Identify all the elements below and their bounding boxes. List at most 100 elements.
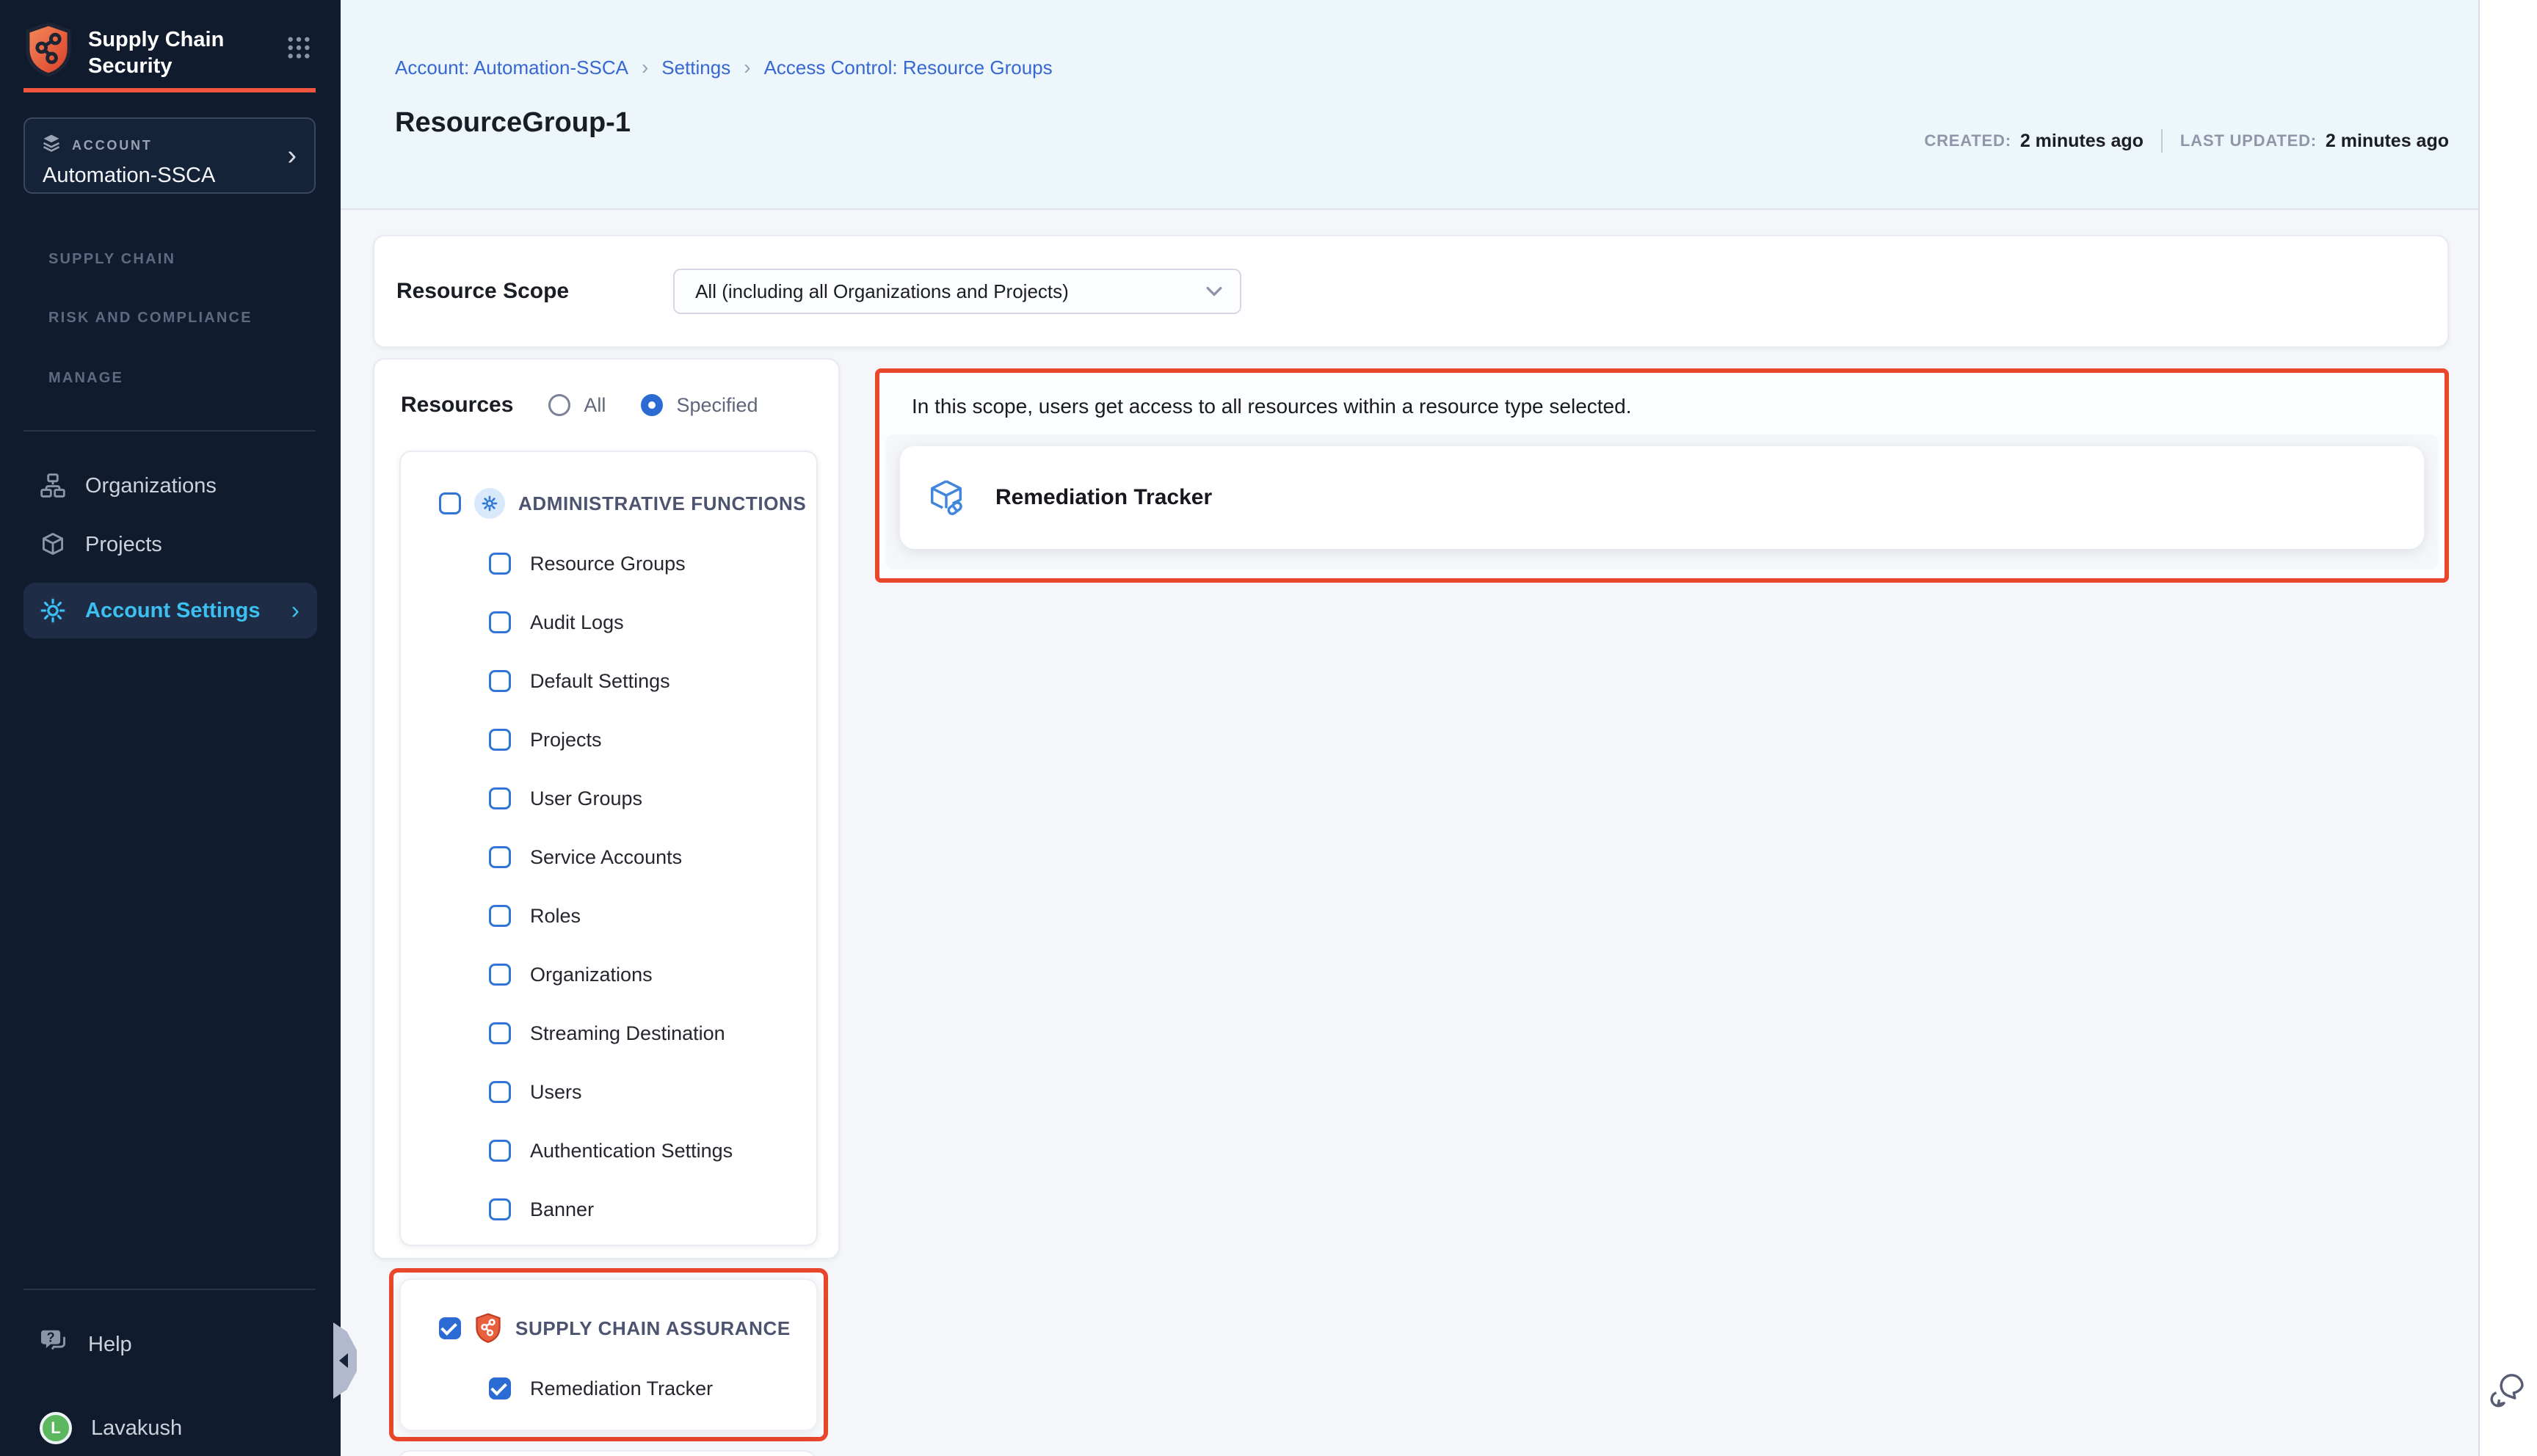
- scope-detail-message: In this scope, users get access to all r…: [885, 379, 2439, 434]
- checkbox-unchecked[interactable]: [489, 1022, 511, 1044]
- radio-selected-icon: [641, 394, 663, 416]
- page-header: Account: Automation-SSCA › Settings › Access…: [341, 0, 2478, 210]
- module-grid-icon[interactable]: [286, 35, 311, 66]
- resource-type-row[interactable]: Banner: [401, 1180, 816, 1239]
- checkbox-unchecked[interactable]: [489, 787, 511, 809]
- resource-type-label: Remediation Tracker: [530, 1377, 713, 1400]
- user-menu[interactable]: L Lavakush: [0, 1396, 341, 1456]
- account-label: ACCOUNT: [72, 138, 153, 153]
- breadcrumb: Account: Automation-SSCA › Settings › Access…: [395, 56, 1053, 79]
- remediation-tracker-tile[interactable]: Remediation Tracker: [900, 446, 2424, 549]
- page-body: Resource Scope All (including all Organi…: [341, 210, 2478, 1456]
- radio-specified[interactable]: Specified: [641, 394, 758, 417]
- chevron-right-icon: ›: [642, 56, 648, 79]
- scroll-gutter: [2478, 0, 2537, 1456]
- account-selector[interactable]: ACCOUNT Automation-SSCA ›: [23, 117, 316, 194]
- resource-type-label: Streaming Destination: [530, 1022, 725, 1045]
- sidebar-item-projects[interactable]: Projects: [0, 515, 341, 574]
- resource-type-label: User Groups: [530, 787, 642, 810]
- app-root: Supply Chain Security AC: [0, 0, 2537, 1456]
- selected-resources-panel: Remediation Tracker: [885, 434, 2439, 569]
- checkbox-unchecked[interactable]: [439, 492, 461, 514]
- sidebar-item-organizations[interactable]: Organizations: [0, 456, 341, 515]
- resource-type-row[interactable]: Audit Logs: [401, 593, 816, 652]
- sidebar-item-label: Account Settings: [85, 599, 260, 623]
- checkbox-unchecked[interactable]: [489, 553, 511, 575]
- chevron-right-icon: ›: [291, 597, 300, 625]
- resources-card: Resources All Specified: [373, 358, 840, 1259]
- checkbox-unchecked[interactable]: [489, 1081, 511, 1103]
- resource-type-row[interactable]: Authentication Settings: [401, 1121, 816, 1180]
- checkbox-unchecked[interactable]: [489, 846, 511, 868]
- sidebar-divider: [23, 430, 316, 432]
- breadcrumb-settings-link[interactable]: Settings: [661, 57, 730, 79]
- resource-type-label: Default Settings: [530, 670, 670, 693]
- meta-divider: [2161, 129, 2163, 153]
- resource-type-label: Projects: [530, 729, 602, 751]
- resources-column: Resources All Specified: [373, 358, 840, 1456]
- sidebar-item-label: Projects: [85, 533, 162, 557]
- supply-chain-assurance-card: SUPPLY CHAIN ASSURANCE Remediation Track…: [399, 1278, 818, 1431]
- sidebar-divider: [23, 1289, 316, 1290]
- help-label: Help: [88, 1333, 132, 1357]
- radio-all[interactable]: All: [548, 394, 606, 417]
- org-chart-icon: [40, 473, 66, 499]
- checkbox-unchecked[interactable]: [489, 670, 511, 692]
- resource-type-row[interactable]: Organizations: [401, 945, 816, 1004]
- resource-type-row[interactable]: Resource Groups: [401, 534, 816, 593]
- resources-heading: Resources: [401, 393, 513, 418]
- supply-chain-security-logo-icon: [23, 22, 73, 84]
- layers-icon: [41, 132, 62, 159]
- cube-icon: [40, 531, 66, 558]
- chevron-right-icon: ›: [744, 56, 750, 79]
- radio-specified-label: Specified: [676, 394, 758, 417]
- checkbox-unchecked[interactable]: [489, 964, 511, 986]
- checkbox-unchecked[interactable]: [489, 611, 511, 633]
- resources-header: Resources All Specified: [374, 360, 838, 451]
- resource-type-row[interactable]: Users: [401, 1063, 816, 1121]
- sidebar-section-supply-chain[interactable]: SUPPLY CHAIN: [48, 251, 175, 268]
- resource-scope-card: Resource Scope All (including all Organi…: [373, 235, 2449, 348]
- sidebar: Supply Chain Security AC: [0, 0, 341, 1456]
- radio-icon: [548, 394, 570, 416]
- sidebar-item-label: Organizations: [85, 474, 217, 498]
- next-section-card-partial: [398, 1450, 816, 1456]
- remediation-tracker-cube-icon: [926, 478, 966, 517]
- radio-all-label: All: [584, 394, 606, 417]
- breadcrumb-access-control-link[interactable]: Access Control: Resource Groups: [764, 57, 1053, 79]
- sidebar-section-manage[interactable]: MANAGE: [48, 370, 123, 387]
- resource-type-row[interactable]: User Groups: [401, 769, 816, 828]
- avatar: L: [40, 1412, 72, 1444]
- checkbox-checked[interactable]: [439, 1317, 461, 1339]
- account-name: Automation-SSCA: [43, 164, 314, 188]
- resource-type-label: Resource Groups: [530, 553, 686, 575]
- resource-type-row[interactable]: Service Accounts: [401, 828, 816, 887]
- resource-type-row[interactable]: Remediation Tracker: [401, 1359, 816, 1418]
- breadcrumb-account-link[interactable]: Account: Automation-SSCA: [395, 57, 628, 79]
- checkbox-unchecked[interactable]: [489, 729, 511, 751]
- chevron-down-icon: [1206, 286, 1222, 296]
- resource-scope-select[interactable]: All (including all Organizations and Pro…: [673, 269, 1241, 314]
- timestamps: CREATED: 2 minutes ago LAST UPDATED: 2 m…: [1924, 129, 2449, 153]
- sca-header-row[interactable]: SUPPLY CHAIN ASSURANCE: [401, 1297, 816, 1359]
- brand-accent-rule: [23, 88, 316, 92]
- chat-support-icon[interactable]: [2490, 1372, 2528, 1415]
- created-value: 2 minutes ago: [2020, 131, 2144, 152]
- checkbox-unchecked[interactable]: [489, 1198, 511, 1220]
- chevron-right-icon: ›: [287, 139, 297, 172]
- checkbox-checked[interactable]: [489, 1377, 511, 1399]
- checkbox-unchecked[interactable]: [489, 1140, 511, 1162]
- resource-type-row[interactable]: Default Settings: [401, 652, 816, 710]
- sidebar-item-account-settings[interactable]: Account Settings ›: [23, 583, 317, 638]
- admin-gear-badge-icon: [474, 488, 505, 519]
- resource-type-label: Roles: [530, 905, 581, 928]
- resource-type-row[interactable]: Projects: [401, 710, 816, 769]
- sidebar-section-risk-and-compliance[interactable]: RISK AND COMPLIANCE: [48, 310, 253, 327]
- created-label: CREATED:: [1924, 131, 2011, 150]
- main-area: Account: Automation-SSCA › Settings › Access…: [341, 0, 2478, 1456]
- resource-type-row[interactable]: Roles: [401, 887, 816, 945]
- checkbox-unchecked[interactable]: [489, 905, 511, 927]
- admin-functions-header-row[interactable]: ADMINISTRATIVE FUNCTIONS: [401, 473, 816, 534]
- help-button[interactable]: ? Help: [0, 1314, 341, 1375]
- resource-type-row[interactable]: Streaming Destination: [401, 1004, 816, 1063]
